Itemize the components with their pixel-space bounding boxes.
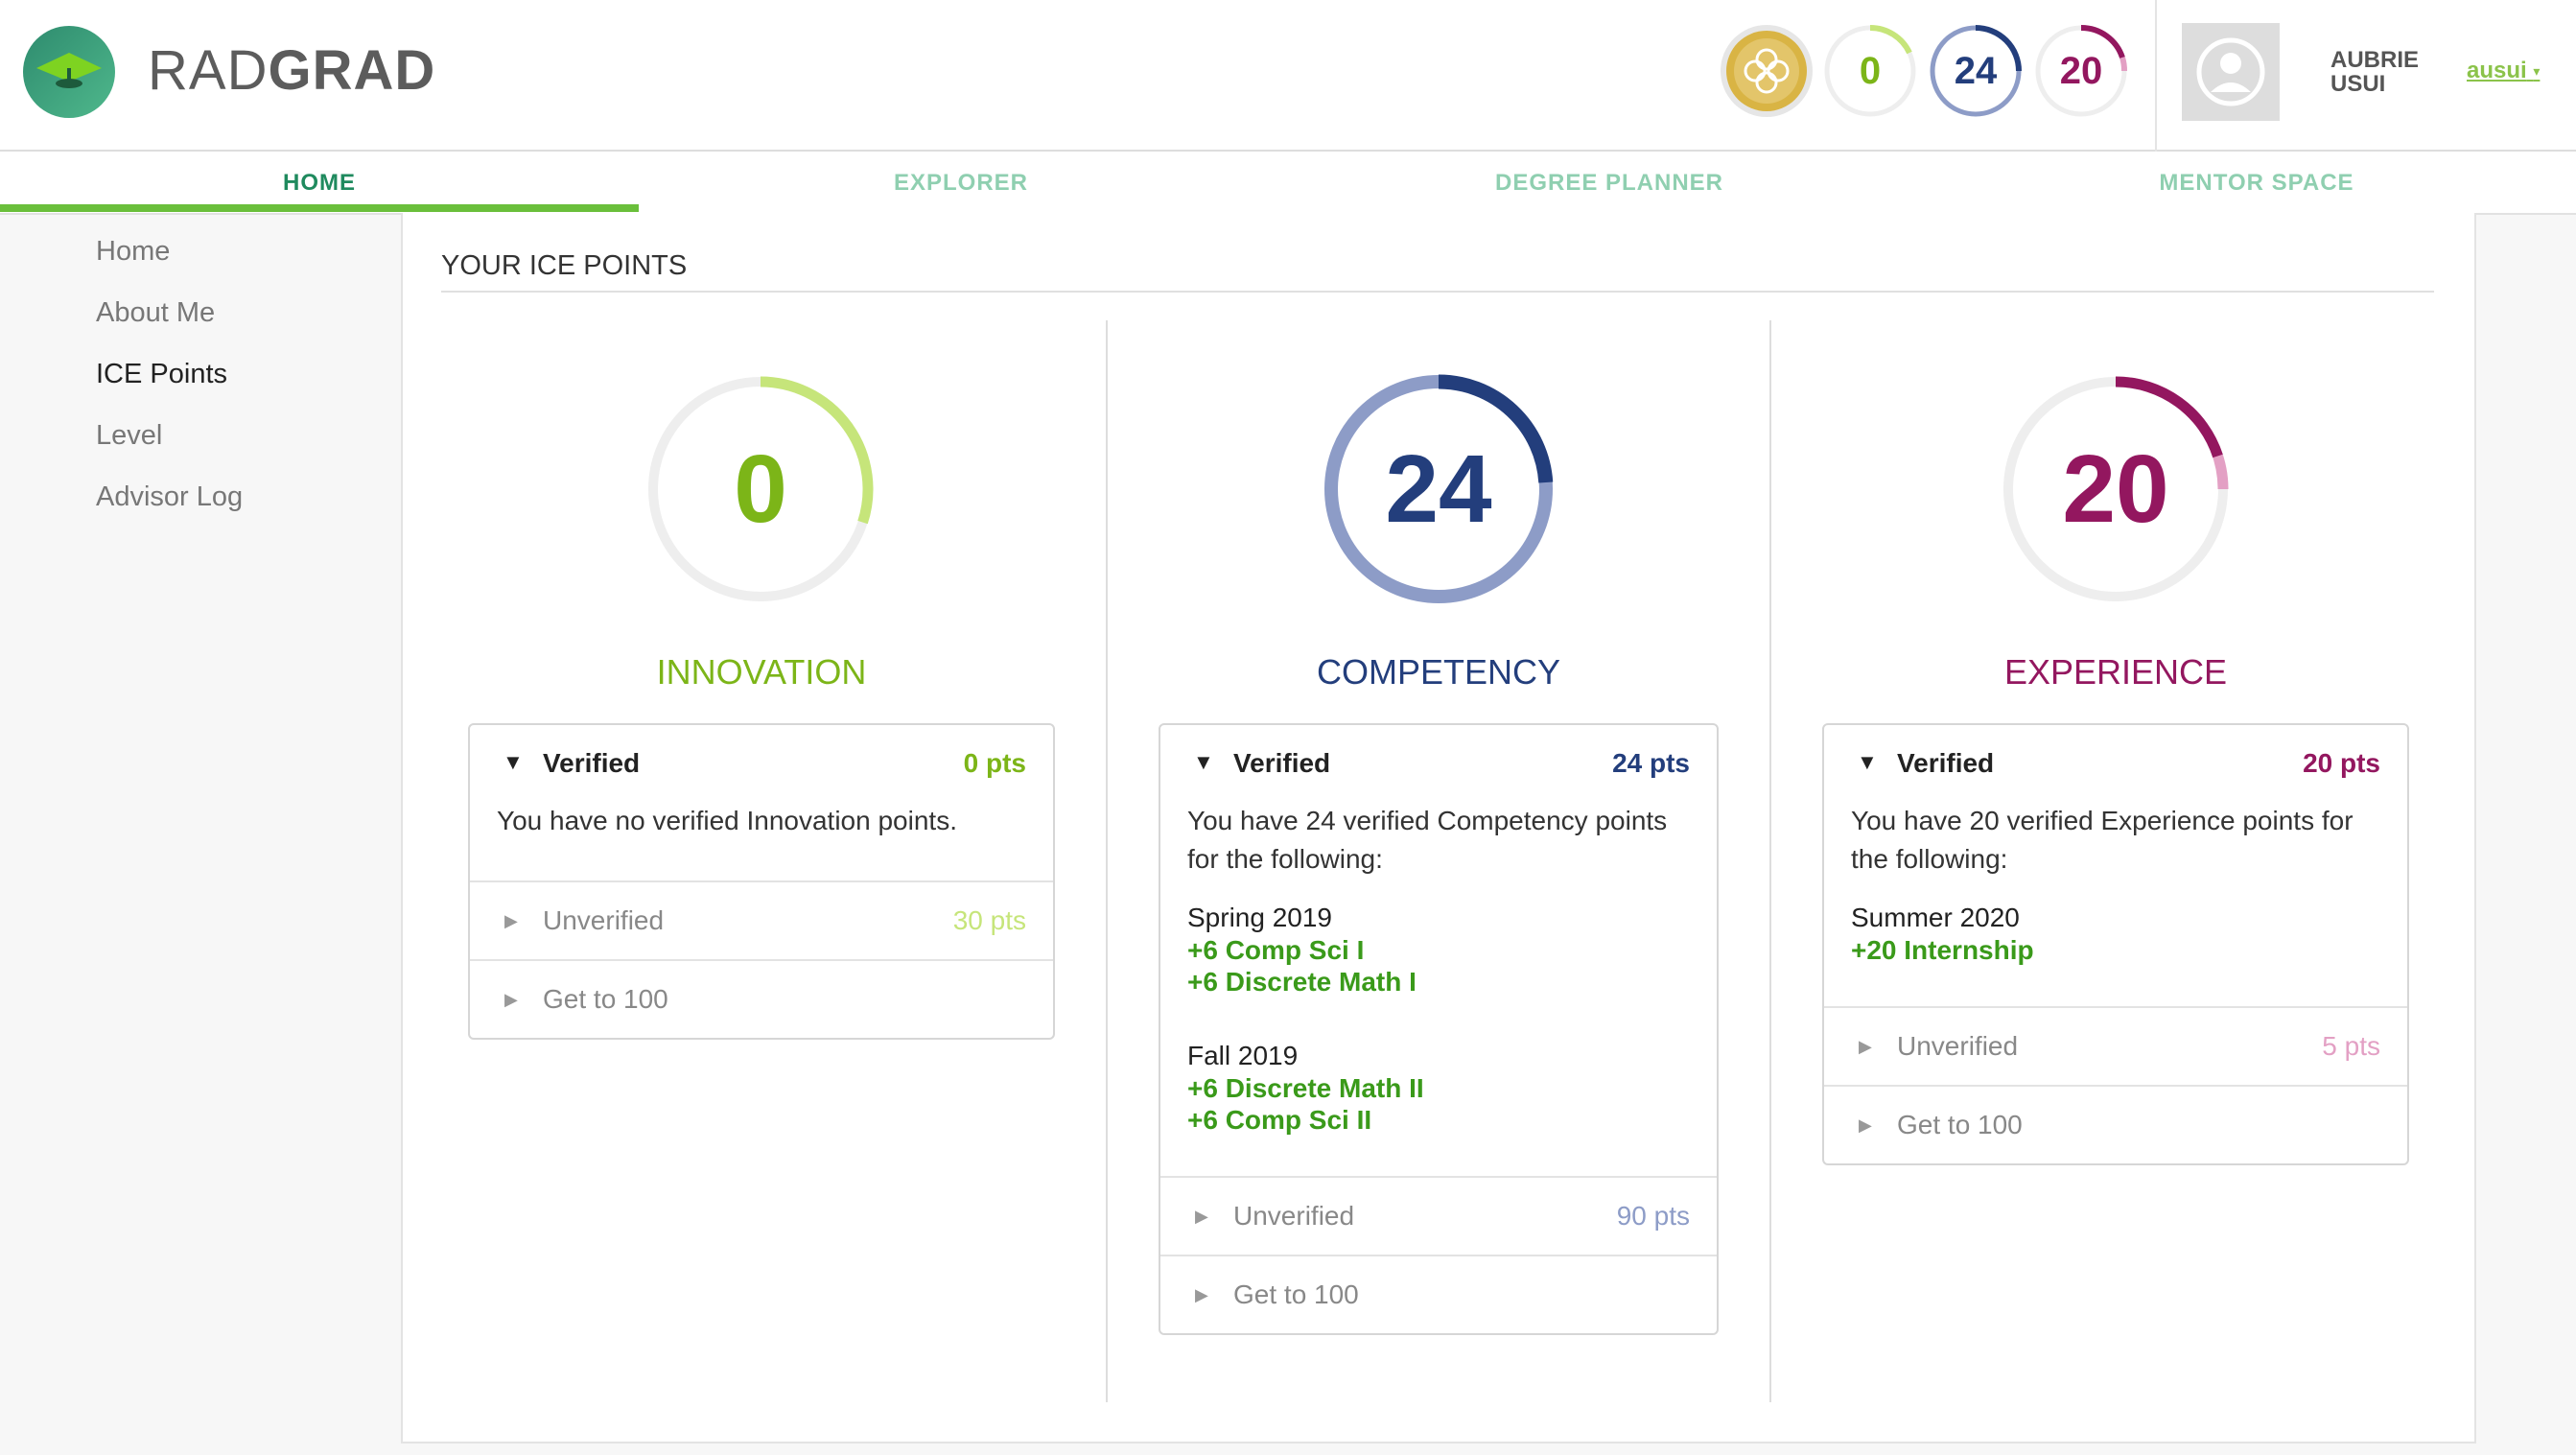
term-block: Summer 2020 +20 Internship bbox=[1851, 902, 2380, 966]
term-name: Spring 2019 bbox=[1187, 903, 1333, 932]
unverified-points: 5 pts bbox=[2322, 1031, 2380, 1061]
unverified-label: Unverified bbox=[543, 905, 665, 935]
experience-verified-body: You have 20 verified Experience points f… bbox=[1824, 802, 2407, 1006]
brand-wordmark[interactable]: RADGRAD bbox=[148, 38, 435, 103]
competency-label: COMPETENCY bbox=[1316, 652, 1561, 692]
active-tab-indicator bbox=[0, 204, 639, 212]
course-item: +6 Discrete Math II bbox=[1187, 1073, 1424, 1103]
sidebar-item-home[interactable]: Home bbox=[96, 230, 243, 292]
course-item: +20 Internship bbox=[1851, 935, 2034, 965]
brand-part1: RAD bbox=[148, 39, 269, 102]
unverified-label: Unverified bbox=[1897, 1031, 2019, 1061]
innovation-get-to-100-row[interactable]: ▶ Get to 100 bbox=[470, 959, 1053, 1038]
course-item: +6 Comp Sci II bbox=[1187, 1105, 1372, 1135]
sidebar-item-about-me[interactable]: About Me bbox=[96, 292, 243, 353]
sidebar-item-advisor-log[interactable]: Advisor Log bbox=[96, 476, 243, 537]
caret-down-icon: ▼ bbox=[503, 750, 524, 774]
competency-badge-value: 24 bbox=[1954, 49, 1998, 92]
experience-label: EXPERIENCE bbox=[2003, 652, 2228, 692]
sidebar: Home About Me ICE Points Level Advisor L… bbox=[96, 230, 243, 537]
verified-points: 20 pts bbox=[2303, 748, 2380, 778]
caret-right-icon: ▶ bbox=[504, 990, 518, 1009]
column-divider bbox=[1106, 320, 1108, 1402]
verified-label: Verified bbox=[1897, 748, 1995, 778]
caret-right-icon: ▶ bbox=[1195, 1207, 1208, 1226]
caret-right-icon: ▶ bbox=[504, 911, 518, 930]
innovation-verified-body: You have no verified Innovation points. bbox=[470, 802, 1053, 880]
get-to-100-label: Get to 100 bbox=[1897, 1110, 2023, 1139]
level-badge-icon[interactable] bbox=[1719, 23, 1815, 119]
header-divider bbox=[2155, 0, 2157, 152]
competency-get-to-100-row[interactable]: ▶ Get to 100 bbox=[1160, 1255, 1717, 1333]
innovation-verified-header[interactable]: ▼ Verified 0 pts bbox=[470, 725, 1053, 802]
verified-label: Verified bbox=[543, 748, 641, 778]
caret-right-icon: ▶ bbox=[1195, 1285, 1208, 1304]
competency-progress-ring: 24 bbox=[1319, 369, 1558, 609]
term-block: Spring 2019 +6 Comp Sci I +6 Discrete Ma… bbox=[1187, 902, 1690, 997]
tab-explorer[interactable]: EXPLORER bbox=[642, 152, 1280, 215]
verified-text: You have 20 verified Experience points f… bbox=[1851, 806, 2354, 874]
innovation-value: 0 bbox=[734, 434, 787, 543]
caret-down-icon: ▼ bbox=[1857, 750, 1878, 774]
brand-part2: GRAD bbox=[268, 39, 436, 102]
competency-value: 24 bbox=[1385, 434, 1492, 543]
verified-text: You have no verified Innovation points. bbox=[497, 806, 957, 835]
get-to-100-label: Get to 100 bbox=[1233, 1279, 1359, 1309]
caret-right-icon: ▶ bbox=[1859, 1115, 1872, 1135]
innovation-badge[interactable]: 0 bbox=[1822, 23, 1918, 119]
user-first-name: AUBRIE bbox=[2330, 47, 2420, 73]
experience-verified-header[interactable]: ▼ Verified 20 pts bbox=[1824, 725, 2407, 802]
column-divider bbox=[1769, 320, 1771, 1402]
course-item: +6 Discrete Math I bbox=[1187, 967, 1417, 997]
user-avatar[interactable] bbox=[2182, 23, 2280, 121]
experience-progress-ring: 20 bbox=[1996, 369, 2236, 609]
competency-verified-body: You have 24 verified Competency points f… bbox=[1160, 802, 1717, 1176]
caret-down-icon: ▾ bbox=[2533, 63, 2541, 80]
user-name: AUBRIE USUI bbox=[2330, 48, 2419, 96]
caret-down-icon: ▼ bbox=[1193, 750, 1214, 774]
tab-mentor-space[interactable]: MENTOR SPACE bbox=[1937, 152, 2576, 215]
innovation-card: ▼ Verified 0 pts You have no verified In… bbox=[468, 723, 1055, 1040]
unverified-points: 30 pts bbox=[952, 905, 1026, 935]
username-label: ausui bbox=[2467, 58, 2527, 83]
competency-badge[interactable]: 24 bbox=[1928, 23, 2024, 119]
competency-unverified-row[interactable]: ▶ Unverified 90 pts bbox=[1160, 1176, 1717, 1255]
experience-card: ▼ Verified 20 pts You have 20 verified E… bbox=[1822, 723, 2409, 1165]
caret-right-icon: ▶ bbox=[1859, 1037, 1872, 1056]
experience-get-to-100-row[interactable]: ▶ Get to 100 bbox=[1824, 1085, 2407, 1163]
verified-label: Verified bbox=[1233, 748, 1331, 778]
innovation-unverified-row[interactable]: ▶ Unverified 30 pts bbox=[470, 880, 1053, 959]
sidebar-item-ice-points[interactable]: ICE Points bbox=[96, 353, 243, 414]
experience-unverified-row[interactable]: ▶ Unverified 5 pts bbox=[1824, 1006, 2407, 1085]
top-header: RADGRAD 0 24 20 AUBRIE USUI ausui ▾ bbox=[0, 0, 2576, 152]
page-title: YOUR ICE POINTS bbox=[441, 250, 688, 281]
innovation-label: INNOVATION bbox=[656, 652, 867, 692]
sidebar-item-level[interactable]: Level bbox=[96, 414, 243, 476]
course-item: +6 Comp Sci I bbox=[1187, 935, 1365, 965]
term-block: Fall 2019 +6 Discrete Math II +6 Comp Sc… bbox=[1187, 1040, 1690, 1136]
innovation-progress-ring: 0 bbox=[641, 369, 880, 609]
term-name: Summer 2020 bbox=[1851, 903, 2020, 932]
experience-badge[interactable]: 20 bbox=[2033, 23, 2129, 119]
experience-value: 20 bbox=[2062, 434, 2169, 543]
get-to-100-label: Get to 100 bbox=[543, 984, 668, 1014]
tab-degree-planner[interactable]: DEGREE PLANNER bbox=[1290, 152, 1929, 215]
user-menu-dropdown[interactable]: ausui ▾ bbox=[2467, 58, 2540, 84]
verified-points: 0 pts bbox=[963, 748, 1026, 778]
unverified-points: 90 pts bbox=[1616, 1201, 1690, 1231]
verified-points: 24 pts bbox=[1612, 748, 1690, 778]
user-last-name: USUI bbox=[2330, 71, 2386, 97]
competency-card: ▼ Verified 24 pts You have 24 verified C… bbox=[1159, 723, 1719, 1335]
title-divider bbox=[441, 291, 2434, 293]
experience-badge-value: 20 bbox=[2059, 49, 2103, 92]
radgrad-logo[interactable] bbox=[23, 26, 115, 118]
unverified-label: Unverified bbox=[1233, 1201, 1355, 1231]
verified-text: You have 24 verified Competency points f… bbox=[1187, 806, 1668, 874]
term-name: Fall 2019 bbox=[1187, 1041, 1299, 1070]
competency-verified-header[interactable]: ▼ Verified 24 pts bbox=[1160, 725, 1717, 802]
innovation-badge-value: 0 bbox=[1859, 49, 1882, 92]
